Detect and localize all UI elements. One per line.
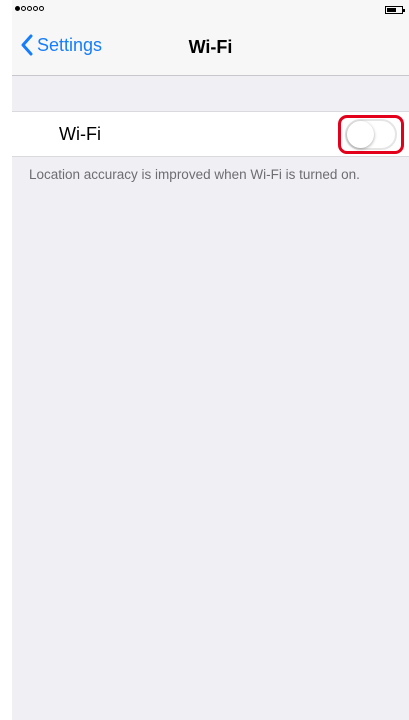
wifi-row-label: Wi-Fi	[59, 124, 101, 144]
wifi-toggle[interactable]	[345, 119, 397, 150]
signal-dots-icon	[15, 6, 44, 11]
signal-dot	[15, 6, 20, 11]
phone-screen: Settings Wi-Fi Wi-Fi Location accuracy i…	[12, 0, 409, 720]
battery-icon	[385, 6, 405, 14]
signal-dot	[39, 6, 44, 11]
signal-dot	[21, 6, 26, 11]
navigation-bar: Settings Wi-Fi	[12, 20, 409, 76]
footer-note: Location accuracy is improved when Wi-Fi…	[29, 167, 360, 182]
page-title: Wi-Fi	[188, 37, 233, 57]
signal-dot	[33, 6, 38, 11]
signal-dot	[27, 6, 32, 11]
toggle-knob[interactable]	[347, 121, 374, 148]
status-bar	[12, 0, 409, 20]
battery-level	[387, 8, 396, 12]
battery-tip	[403, 9, 405, 12]
wifi-setting-row: Wi-Fi	[12, 111, 409, 157]
